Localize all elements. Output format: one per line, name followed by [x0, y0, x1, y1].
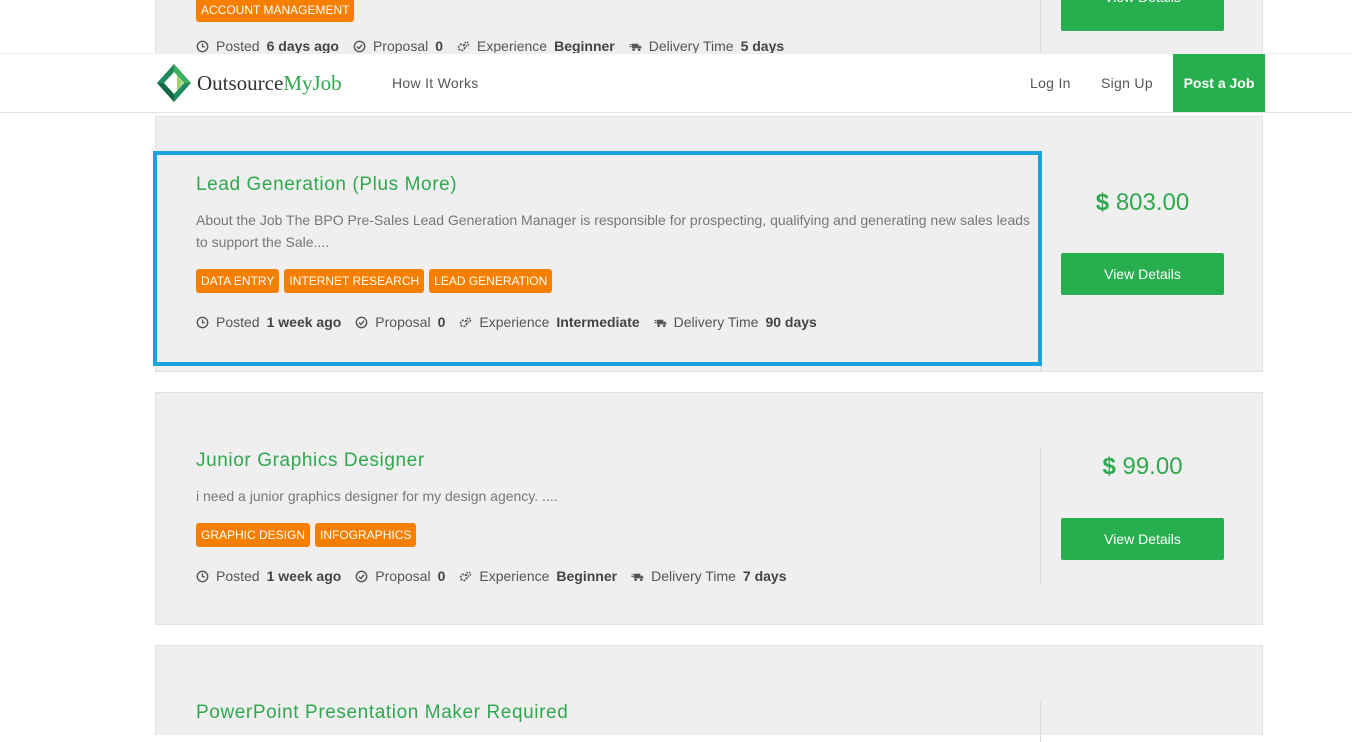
experience-label: Experience — [479, 568, 550, 584]
check-circle-icon — [353, 40, 366, 52]
nav-how-it-works[interactable]: How It Works — [392, 54, 479, 112]
site-logo[interactable]: OutsourceMyJob — [155, 63, 342, 103]
clock-icon — [196, 570, 209, 582]
tag[interactable]: GRAPHIC DESIGN — [196, 523, 311, 547]
check-circle-icon — [355, 570, 368, 582]
view-details-button[interactable]: View Details — [1061, 518, 1224, 560]
truck-icon — [629, 43, 642, 51]
proposal-meta: Proposal 0 — [355, 568, 445, 584]
job-meta: Posted 1 week ago Proposal 0 Experience … — [196, 568, 800, 584]
post-job-button[interactable]: Post a Job — [1173, 54, 1265, 112]
job-card: PowerPoint Presentation Maker Required — [155, 645, 1263, 742]
view-details-button[interactable]: View Details — [1061, 253, 1224, 295]
logo-text-main: Outsource — [197, 70, 284, 95]
view-details-button[interactable]: View Details — [1061, 0, 1224, 31]
job-tags: GRAPHIC DESIGN INFOGRAPHICS — [196, 523, 417, 547]
experience-value: Beginner — [554, 38, 615, 54]
job-tags: ACCOUNT MANAGEMENT — [196, 0, 355, 22]
posted-value: 6 days ago — [266, 38, 339, 54]
tag[interactable]: INFOGRAPHICS — [315, 523, 417, 547]
posted-value: 1 week ago — [266, 568, 342, 584]
truck-icon — [631, 573, 644, 581]
selection-highlight — [153, 151, 1042, 366]
currency-symbol: $ — [1102, 453, 1116, 480]
price-value: 99.00 — [1122, 453, 1183, 480]
job-description: i need a junior graphics designer for my… — [196, 488, 558, 504]
proposal-label: Proposal — [372, 38, 429, 54]
experience-meta: Experience Beginner — [459, 568, 617, 584]
proposal-label: Proposal — [375, 568, 431, 584]
job-price: $ 99.00 — [1061, 453, 1224, 481]
logo-icon — [157, 64, 191, 102]
tag[interactable]: ACCOUNT MANAGEMENT — [196, 0, 355, 22]
delivery-value: 7 days — [742, 568, 787, 584]
price-value: 803.00 — [1115, 189, 1190, 216]
delivery-meta: Delivery Time 7 days — [631, 568, 786, 584]
gears-icon — [457, 40, 470, 51]
card-divider — [1040, 449, 1041, 584]
delivery-label: Delivery Time — [651, 568, 736, 584]
nav-log-in[interactable]: Log In — [1030, 54, 1071, 112]
proposal-value: 0 — [437, 568, 446, 584]
proposal-meta: Proposal 0 — [353, 38, 443, 54]
proposal-value: 0 — [435, 38, 444, 54]
posted-label: Posted — [216, 38, 260, 54]
clock-icon — [196, 40, 209, 52]
logo-text: OutsourceMyJob — [197, 71, 342, 96]
job-price: $ 803.00 — [1061, 189, 1224, 217]
experience-value: Beginner — [556, 568, 618, 584]
gears-icon — [460, 570, 472, 581]
site-header: OutsourceMyJob How It Works Log In Sign … — [0, 54, 1352, 113]
posted-label: Posted — [216, 568, 260, 584]
posted-meta: Posted 6 days ago — [196, 38, 339, 54]
posted-meta: Posted 1 week ago — [196, 568, 341, 584]
delivery-value: 5 days — [740, 38, 785, 54]
experience-meta: Experience Beginner — [457, 38, 615, 54]
card-divider — [1040, 702, 1041, 742]
nav-sign-up[interactable]: Sign Up — [1101, 54, 1153, 112]
job-title[interactable]: Junior Graphics Designer — [196, 450, 425, 472]
job-card: Junior Graphics Designer i need a junior… — [155, 392, 1263, 625]
delivery-meta: Delivery Time 5 days — [629, 38, 784, 54]
logo-text-accent: MyJob — [283, 70, 342, 95]
experience-label: Experience — [477, 38, 548, 54]
currency-symbol: $ — [1095, 189, 1110, 216]
delivery-label: Delivery Time — [648, 38, 734, 54]
job-meta: Posted 6 days ago Proposal 0 Experience … — [196, 38, 798, 54]
